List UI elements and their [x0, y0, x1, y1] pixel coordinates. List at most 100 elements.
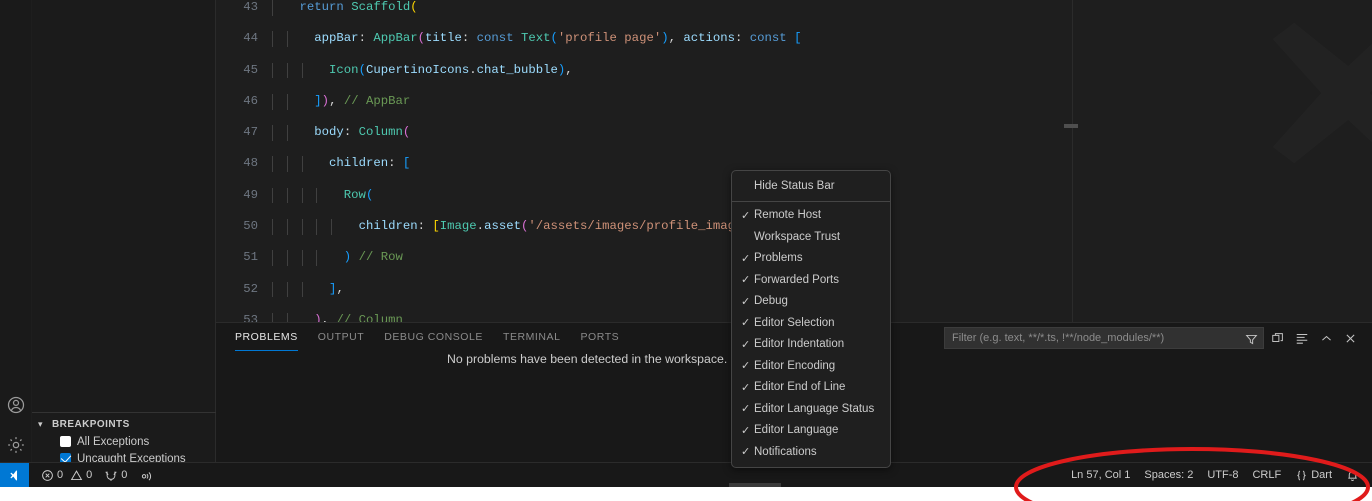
code-text: ), // Column [314, 312, 403, 322]
editor-eol-label: CRLF [1252, 469, 1282, 481]
context-menu-item-notifications[interactable]: ✓ Notifications [732, 441, 890, 463]
context-menu-label: Hide Status Bar [754, 179, 835, 192]
check-icon: ✓ [741, 209, 751, 222]
panel-actions [944, 327, 1360, 349]
context-menu-label: Editor End of Line [754, 381, 846, 394]
line-number: 44 [243, 31, 258, 46]
breakpoints-title: BREAKPOINTS [52, 418, 130, 430]
gear-icon[interactable] [0, 425, 32, 465]
editor-selection-status[interactable]: Ln 57, Col 1 [1064, 463, 1137, 488]
panel-tab-problems[interactable]: PROBLEMS [235, 323, 298, 351]
context-menu-item-hide-status-bar[interactable]: Hide Status Bar [732, 175, 890, 197]
context-menu-label: Notifications [754, 445, 817, 458]
ports-icon [105, 470, 117, 481]
vscode-logo-watermark [1251, 0, 1372, 228]
account-icon[interactable] [0, 385, 32, 425]
braces-icon [1297, 470, 1306, 480]
breakpoints-header[interactable]: ▾ BREAKPOINTS [32, 415, 216, 433]
code-text: ) // Row [343, 250, 403, 265]
code-text: body: Column( [314, 125, 411, 140]
code-text: return Scaffold( [299, 0, 418, 14]
context-menu-item-editor-selection[interactable]: ✓ Editor Selection [732, 312, 890, 334]
context-menu-item-debug[interactable]: ✓ Debug [732, 291, 890, 313]
close-icon[interactable] [1340, 328, 1360, 348]
chevron-down-icon: ▾ [38, 418, 43, 429]
editor-eol-status[interactable]: CRLF [1245, 463, 1288, 488]
warning-icon [70, 469, 83, 480]
problems-empty-message: No problems have been detected in the wo… [447, 352, 728, 366]
filter-box[interactable] [944, 327, 1264, 349]
editor-scrollbar-thumb[interactable] [1064, 124, 1078, 128]
context-menu-item-editor-language[interactable]: ✓ Editor Language [732, 420, 890, 442]
ports-count: 0 [121, 469, 128, 481]
activity-bar [0, 0, 32, 462]
context-menu-item-workspace-trust[interactable]: Workspace Trust [732, 226, 890, 248]
remote-window-icon [10, 470, 18, 480]
warning-count: 0 [86, 469, 93, 481]
line-number: 49 [243, 187, 258, 202]
context-menu-label: Editor Language Status [754, 402, 875, 415]
filter-icon[interactable] [1243, 331, 1259, 347]
vscode-window: ▾ BREAKPOINTS All Exceptions Uncaught Ex… [0, 0, 1372, 487]
line-number: 48 [243, 156, 258, 171]
context-menu-item-editor-end-of-line[interactable]: ✓ Editor End of Line [732, 377, 890, 399]
view-as-list-icon[interactable] [1292, 328, 1312, 348]
panel-tab-debug-console[interactable]: DEBUG CONSOLE [384, 323, 483, 351]
bell-icon [1348, 470, 1357, 481]
check-icon: ✓ [741, 381, 751, 394]
broadcast-icon [142, 471, 152, 481]
collapse-all-icon[interactable] [1268, 328, 1288, 348]
context-menu-separator [732, 200, 890, 202]
remote-window-indicator[interactable] [0, 462, 29, 487]
line-number: 47 [243, 125, 258, 140]
context-menu-item-remote-host[interactable]: ✓ Remote Host [732, 205, 890, 227]
line-number: 53 [243, 312, 258, 322]
filter-input[interactable] [952, 332, 1239, 344]
sidebar: ▾ BREAKPOINTS All Exceptions Uncaught Ex… [32, 0, 216, 465]
status-bar-context-menu[interactable]: Hide Status Bar ✓ Remote Host Workspace Tr… [731, 170, 891, 468]
line-number: 52 [243, 281, 258, 296]
context-menu-item-editor-indentation[interactable]: ✓ Editor Indentation [732, 334, 890, 356]
editor-language-label: Dart [1311, 469, 1332, 481]
check-icon: ✓ [741, 446, 751, 459]
ports-status[interactable]: 0 [98, 463, 133, 488]
checkbox-unchecked-icon[interactable] [60, 436, 71, 447]
context-menu-label: Editor Selection [754, 316, 835, 329]
editor-encoding-status[interactable]: UTF-8 [1200, 463, 1245, 488]
editor-indentation-status[interactable]: Spaces: 2 [1137, 463, 1200, 488]
editor-indentation-label: Spaces: 2 [1144, 469, 1194, 481]
line-number: 45 [243, 62, 258, 77]
error-count: 0 [57, 469, 64, 481]
context-menu-item-editor-language-status[interactable]: ✓ Editor Language Status [732, 398, 890, 420]
code-text: Row( [343, 187, 374, 202]
error-icon [42, 469, 53, 481]
context-menu-item-editor-encoding[interactable]: ✓ Editor Encoding [732, 355, 890, 377]
breakpoints-section: ▾ BREAKPOINTS All Exceptions Uncaught Ex… [32, 412, 216, 465]
context-menu-item-problems[interactable]: ✓ Problems [732, 248, 890, 270]
panel-tab-terminal[interactable]: TERMINAL [503, 323, 561, 351]
notifications-status[interactable] [1339, 463, 1366, 488]
page-background [0, 487, 1372, 501]
check-icon: ✓ [741, 295, 751, 308]
check-icon: ✓ [741, 338, 751, 351]
line-number: 51 [243, 250, 258, 265]
breakpoint-all-exceptions[interactable]: All Exceptions [32, 433, 216, 450]
line-number: 50 [243, 219, 258, 234]
code-text: children: [Image.asset('/assets/images/p… [358, 219, 802, 234]
context-menu-label: Remote Host [754, 209, 822, 222]
editor-selection-label: Ln 57, Col 1 [1071, 469, 1131, 481]
broadcast-status[interactable] [133, 463, 160, 488]
code-text: children: [ [329, 156, 411, 171]
panel-tab-output[interactable]: OUTPUT [318, 323, 364, 351]
context-menu-label: Forwarded Ports [754, 273, 840, 286]
context-menu-label: Debug [754, 295, 788, 308]
status-bar: 0 0 0 Ln 57, Col 1 Spaces: 2 UTF-8 CRLF … [0, 462, 1372, 487]
editor-language-status[interactable]: Dart [1288, 463, 1339, 488]
context-menu-label: Editor Language [754, 424, 839, 437]
problems-status[interactable]: 0 0 [35, 463, 98, 488]
line-number: 43 [243, 0, 258, 14]
panel-tab-list: PROBLEMS OUTPUT DEBUG CONSOLE TERMINAL PORTS [216, 323, 619, 351]
context-menu-item-forwarded-ports[interactable]: ✓ Forwarded Ports [732, 269, 890, 291]
panel-tab-ports[interactable]: PORTS [580, 323, 619, 351]
chevron-up-icon[interactable] [1316, 328, 1336, 348]
